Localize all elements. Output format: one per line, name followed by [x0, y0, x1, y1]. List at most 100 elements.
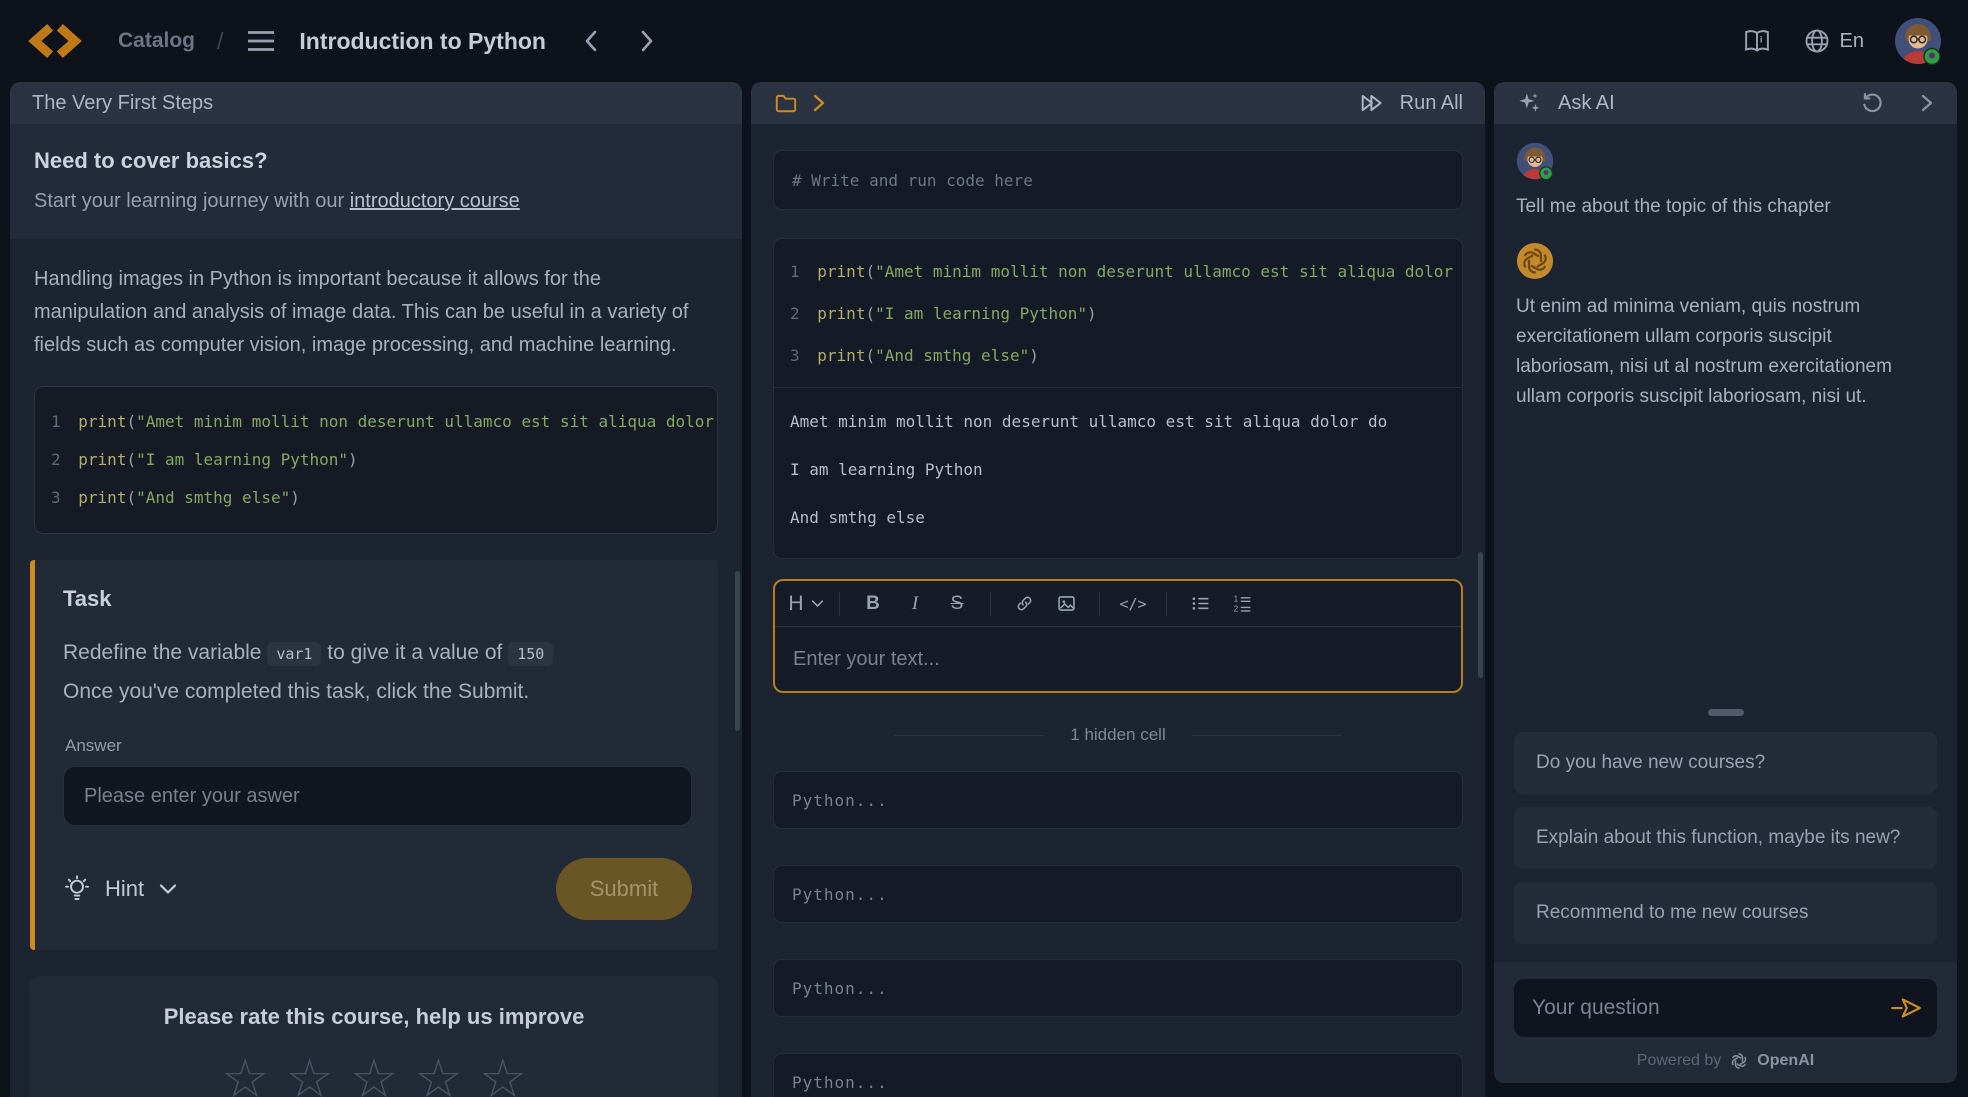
- notebook-toolbar: Run All: [751, 82, 1485, 124]
- breadcrumb-separator: /: [217, 28, 223, 55]
- collapsed-code-cell[interactable]: Python...: [773, 771, 1463, 829]
- task-description: Redefine the variable var1 to give it a …: [63, 634, 692, 710]
- hint-label: Hint: [105, 876, 144, 902]
- user-avatar[interactable]: [1894, 17, 1942, 65]
- run-all-icon: [1358, 90, 1388, 116]
- strikethrough-button[interactable]: S: [940, 587, 974, 621]
- star-icon[interactable]: ☆: [414, 1052, 462, 1097]
- svg-text:1: 1: [1233, 594, 1237, 603]
- send-icon: [1889, 993, 1923, 1023]
- svg-text:2: 2: [1233, 604, 1237, 613]
- lesson-code-block: 1 print("Amet minim mollit non deserunt …: [34, 386, 718, 534]
- suggested-question-chip[interactable]: Do you have new courses?: [1514, 732, 1937, 794]
- app-logo-icon[interactable]: [26, 19, 84, 63]
- basics-title: Need to cover basics?: [34, 148, 718, 174]
- heading-button[interactable]: H: [789, 587, 823, 621]
- numbered-list-button[interactable]: 12: [1225, 587, 1259, 621]
- collapse-panel-chevron-icon[interactable]: [1919, 91, 1935, 115]
- code-button[interactable]: </>: [1116, 587, 1150, 621]
- introductory-course-link[interactable]: introductory course: [350, 190, 520, 212]
- star-icon[interactable]: ☆: [479, 1052, 527, 1097]
- breadcrumb-catalog[interactable]: Catalog: [118, 29, 195, 53]
- openai-brand: OpenAI: [1757, 1052, 1814, 1070]
- chapters-menu-icon[interactable]: [245, 29, 277, 53]
- resize-handle[interactable]: [1708, 709, 1744, 716]
- hidden-cell-expander[interactable]: 1 hidden cell: [773, 725, 1463, 745]
- code-line: 1 print("Amet minim mollit non deserunt …: [51, 403, 701, 441]
- star-icon[interactable]: ☆: [350, 1052, 398, 1097]
- rich-text-cell: HBIS </> 12 Enter your text...: [773, 579, 1463, 693]
- suggested-question-chip[interactable]: Recommend to me new courses: [1514, 882, 1937, 944]
- run-all-button[interactable]: Run All: [1358, 90, 1463, 116]
- hint-toggle[interactable]: Hint: [63, 874, 178, 904]
- collapsed-code-cell[interactable]: Python...: [773, 959, 1463, 1017]
- run-all-label: Run All: [1400, 92, 1463, 115]
- question-input[interactable]: [1532, 996, 1889, 1020]
- divider-line: [894, 735, 1044, 736]
- answer-input[interactable]: [63, 766, 692, 826]
- toolbar-separator: [990, 592, 991, 616]
- docs-button[interactable]: i: [1741, 27, 1773, 55]
- lesson-scrollbar-thumb[interactable]: [735, 571, 740, 731]
- folder-icon[interactable]: [773, 90, 799, 116]
- collapsed-code-cell[interactable]: Python...: [773, 865, 1463, 923]
- divider-line: [1192, 735, 1342, 736]
- ask-ai-panel: Ask AI Tell me about the topic of this c…: [1494, 82, 1957, 1083]
- rating-card: Please rate this course, help us improve…: [30, 976, 718, 1097]
- chat-user-avatar: [1516, 142, 1554, 180]
- page-title: Introduction to Python: [299, 28, 546, 55]
- toolbar-separator: [1099, 592, 1100, 616]
- hidden-cell-label: 1 hidden cell: [1070, 725, 1165, 745]
- code-line: 1 print("Amet minim mollit non deserunt …: [790, 251, 1446, 293]
- openai-avatar-icon: [1516, 242, 1554, 280]
- suggested-question-chip[interactable]: Explain about this function, maybe its n…: [1514, 807, 1937, 869]
- chat-messages: Tell me about the topic of this chapter …: [1494, 124, 1957, 432]
- basics-callout: Need to cover basics? Start your learnin…: [10, 124, 742, 239]
- collapsed-code-cell[interactable]: Python...: [773, 1053, 1463, 1097]
- ask-ai-input-section: Powered by OpenAI: [1494, 962, 1957, 1083]
- prev-chapter-icon[interactable]: [580, 28, 602, 54]
- question-box: [1514, 979, 1937, 1037]
- lesson-paragraph: Handling images in Python is important b…: [10, 239, 742, 362]
- variable-name-code: var1: [267, 642, 321, 666]
- language-selector[interactable]: En: [1803, 27, 1864, 55]
- output-line: And smthg else: [790, 494, 1446, 542]
- task-card: Task Redefine the variable var1 to give …: [30, 560, 718, 950]
- bold-button[interactable]: B: [856, 587, 890, 621]
- output-line: Amet minim mollit non deserunt ullamco e…: [790, 398, 1446, 446]
- expand-files-chevron-icon[interactable]: [811, 90, 827, 116]
- code-line: 3 print("And smthg else"): [790, 335, 1446, 377]
- bulleted-list-button[interactable]: [1183, 587, 1217, 621]
- empty-code-cell[interactable]: # Write and run code here: [773, 150, 1463, 210]
- next-chapter-icon[interactable]: [636, 28, 658, 54]
- send-button[interactable]: [1889, 993, 1923, 1023]
- notebook-panel: Run All # Write and run code here 1 prin…: [751, 82, 1485, 1097]
- cell-output: Amet minim mollit non deserunt ullamco e…: [774, 388, 1462, 558]
- code-editor-area[interactable]: 1 print("Amet minim mollit non deserunt …: [774, 239, 1462, 388]
- link-button[interactable]: [1007, 587, 1041, 621]
- star-icon[interactable]: ☆: [285, 1052, 333, 1097]
- lesson-section-header: The Very First Steps: [10, 82, 742, 124]
- powered-by: Powered by OpenAI: [1514, 1051, 1937, 1071]
- openai-logo-icon: [1729, 1051, 1749, 1071]
- suggested-questions: Do you have new courses? Explain about th…: [1494, 732, 1957, 944]
- italic-button[interactable]: I: [898, 587, 932, 621]
- image-button[interactable]: [1049, 587, 1083, 621]
- svg-text:i: i: [1759, 35, 1762, 45]
- star-icon[interactable]: ☆: [221, 1052, 269, 1097]
- target-value-code: 150: [508, 642, 553, 666]
- user-message: Tell me about the topic of this chapter: [1516, 192, 1935, 222]
- rich-text-toolbar: HBIS </> 12: [775, 581, 1461, 627]
- basics-text: Start your learning journey with our int…: [34, 190, 718, 213]
- book-icon: i: [1741, 27, 1773, 55]
- ask-ai-title: Ask AI: [1558, 92, 1615, 115]
- submit-button[interactable]: Submit: [556, 858, 692, 920]
- code-line: 2 print("I am learning Python"): [790, 293, 1446, 335]
- notebook-scrollbar-thumb[interactable]: [1478, 552, 1483, 678]
- ask-ai-header: Ask AI: [1494, 82, 1957, 124]
- rating-title: Please rate this course, help us improve: [50, 1004, 698, 1030]
- reset-chat-icon[interactable]: [1859, 90, 1885, 116]
- rich-text-input[interactable]: Enter your text...: [775, 627, 1461, 691]
- answer-label: Answer: [65, 736, 692, 756]
- star-rating: ☆ ☆ ☆ ☆ ☆: [50, 1052, 698, 1097]
